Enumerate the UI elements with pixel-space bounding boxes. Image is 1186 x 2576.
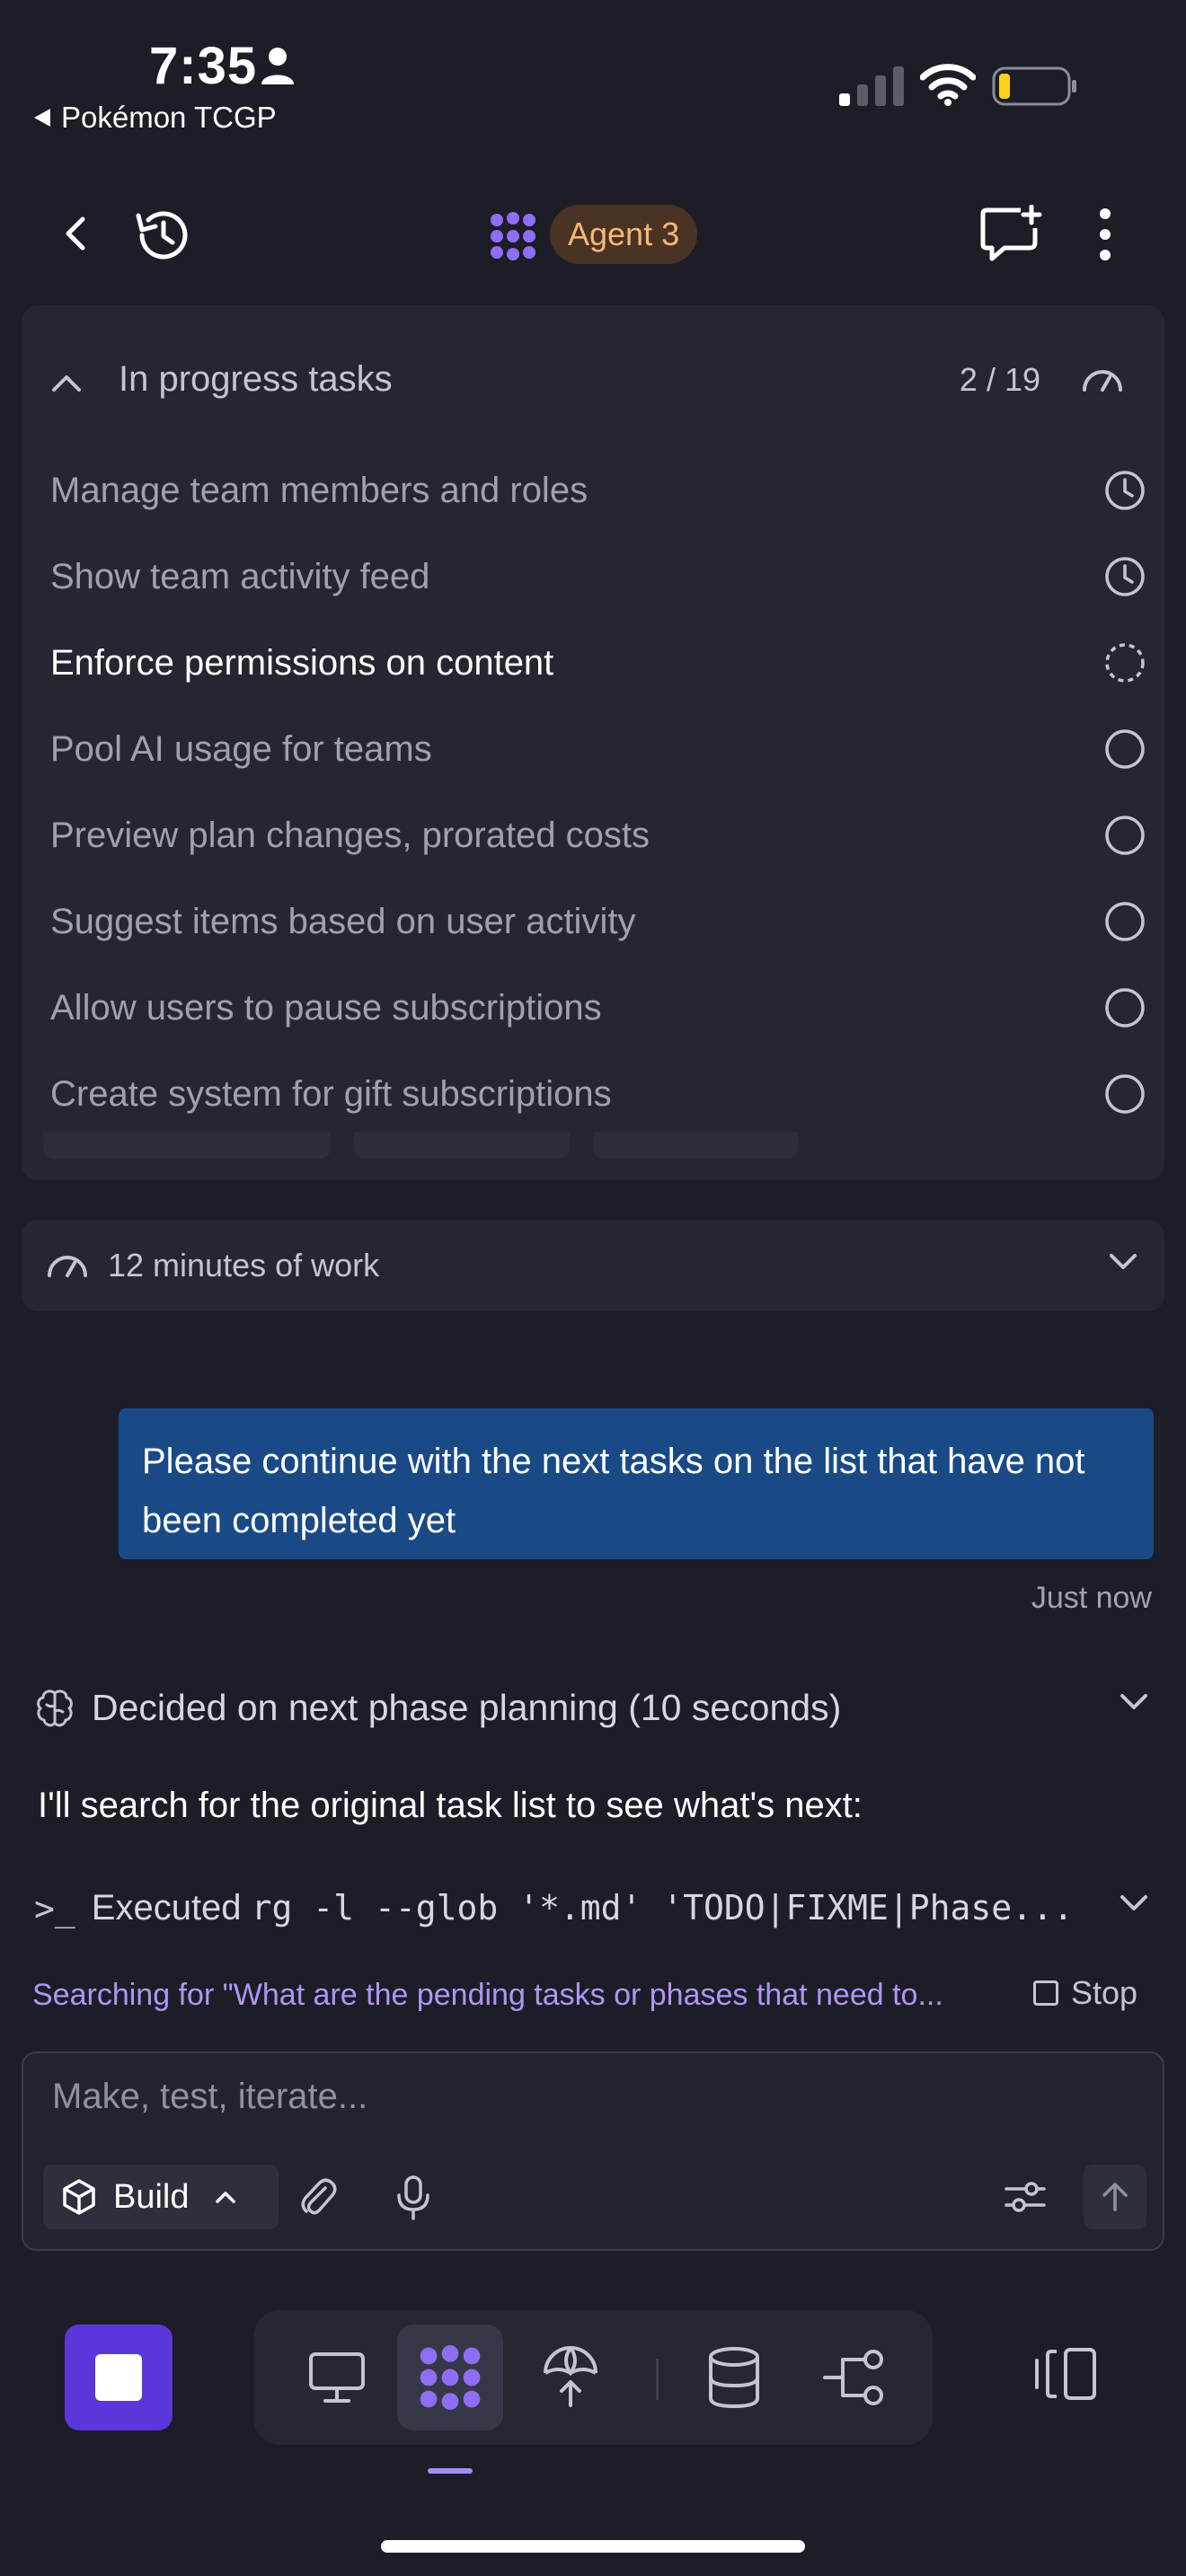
bottom-tool-dock xyxy=(253,2310,933,2445)
pending-circle-icon xyxy=(1105,1074,1145,1114)
thought-summary-row[interactable]: Decided on next phase planning (10 secon… xyxy=(34,1687,1148,1729)
pending-circle-icon xyxy=(1105,988,1145,1028)
stop-label: Stop xyxy=(1070,1974,1137,2011)
stop-agent-button[interactable] xyxy=(65,2325,173,2430)
agent-icon[interactable] xyxy=(397,2325,503,2430)
agent-logo-icon xyxy=(489,212,537,260)
task-row[interactable]: Manage team members and roles xyxy=(50,454,1146,526)
tasks-count: 2 / 19 xyxy=(959,361,1040,398)
dock-active-indicator xyxy=(428,2468,473,2474)
scheduled-clock-icon xyxy=(1105,557,1145,596)
agent-response-text: I'll search for the original task list t… xyxy=(38,1786,863,1825)
cellular-signal-icon xyxy=(839,66,904,106)
arrow-up-icon xyxy=(1102,2183,1128,2211)
home-indicator[interactable] xyxy=(381,2540,805,2553)
back-triangle-icon xyxy=(34,109,50,127)
back-app-label: Pokémon TCGP xyxy=(61,101,277,134)
terminal-prompt-icon: >_ xyxy=(34,1888,75,1928)
obscured-chip xyxy=(43,1132,331,1159)
git-branch-icon[interactable] xyxy=(801,2325,907,2430)
task-row[interactable]: Preview plan changes, prorated costs xyxy=(50,799,1146,871)
in-progress-dashed-circle-icon xyxy=(1105,643,1145,683)
wifi-icon xyxy=(920,63,976,106)
task-label: Show team activity feed xyxy=(50,556,430,596)
message-timestamp: Just now xyxy=(1031,1581,1152,1615)
pending-circle-icon xyxy=(1105,816,1145,855)
gauge-icon xyxy=(1080,361,1125,397)
brain-icon xyxy=(37,1689,73,1726)
microphone-icon[interactable] xyxy=(395,2175,431,2220)
task-row[interactable]: Allow users to pause subscriptions xyxy=(50,972,1146,1044)
chevron-up-icon xyxy=(215,2192,235,2203)
composer-input[interactable]: Make, test, iterate... xyxy=(52,2077,367,2117)
work-summary-bar[interactable]: 12 minutes of work xyxy=(22,1220,1164,1311)
chevron-down-icon xyxy=(1109,1252,1137,1272)
task-row[interactable]: Show team activity feed xyxy=(50,541,1146,613)
pending-circle-icon xyxy=(1105,902,1145,941)
new-chat-icon[interactable] xyxy=(979,205,1042,262)
attach-paperclip-icon[interactable] xyxy=(298,2175,338,2219)
battery-low-icon xyxy=(992,66,1078,106)
back-to-app-link[interactable]: Pokémon TCGP xyxy=(32,101,277,135)
task-label: Allow users to pause subscriptions xyxy=(50,987,602,1028)
message-composer[interactable]: Make, test, iterate... Build xyxy=(22,2051,1164,2251)
chevron-down-icon xyxy=(1120,1694,1147,1709)
database-icon[interactable] xyxy=(681,2325,787,2430)
task-label: Preview plan changes, prorated costs xyxy=(50,815,651,855)
obscured-chip xyxy=(593,1132,798,1159)
build-mode-label: Build xyxy=(113,2177,190,2216)
status-time: 7:35 xyxy=(149,37,258,95)
task-label: Manage team members and roles xyxy=(50,470,589,510)
chevron-down-icon xyxy=(1120,1895,1147,1910)
work-summary-label: 12 minutes of work xyxy=(108,1247,380,1284)
panels-switch-icon[interactable] xyxy=(1033,2346,1098,2402)
scheduled-clock-icon xyxy=(1105,471,1145,510)
task-label: Create system for gift subscriptions xyxy=(50,1073,612,1114)
search-status-text: Searching for "What are the pending task… xyxy=(32,1978,943,2012)
stop-square-icon xyxy=(1032,1981,1058,2006)
task-row-active[interactable]: Enforce permissions on content xyxy=(50,627,1146,699)
stop-square-icon xyxy=(95,2354,142,2401)
tasks-title[interactable]: In progress tasks xyxy=(119,359,393,400)
build-mode-button[interactable]: Build xyxy=(43,2165,279,2229)
send-button[interactable] xyxy=(1084,2165,1146,2229)
gauge-icon xyxy=(45,1247,90,1283)
history-icon[interactable] xyxy=(131,203,196,268)
collapse-chevron-up-icon[interactable] xyxy=(50,372,83,393)
thought-label: Decided on next phase planning (10 secon… xyxy=(92,1687,842,1728)
stop-button[interactable]: Stop xyxy=(1032,1974,1137,2012)
executed-command-row[interactable]: >_ Executed rg -l --glob '*.md' 'TODO|FI… xyxy=(34,1888,1148,1928)
settings-sliders-icon[interactable] xyxy=(1005,2179,1046,2215)
in-progress-tasks-panel: In progress tasks 2 / 19 Manage team mem… xyxy=(22,305,1164,1180)
back-button[interactable] xyxy=(52,208,102,259)
task-row[interactable]: Suggest items based on user activity xyxy=(50,886,1146,957)
task-label: Pool AI usage for teams xyxy=(50,728,432,769)
cube-icon xyxy=(63,2179,95,2215)
preview-monitor-icon[interactable] xyxy=(284,2325,390,2430)
task-label: Enforce permissions on content xyxy=(50,642,554,683)
obscured-chip xyxy=(354,1132,570,1159)
pending-circle-icon xyxy=(1105,729,1145,769)
task-row[interactable]: Create system for gift subscriptions xyxy=(50,1058,1146,1130)
deploy-icon[interactable] xyxy=(518,2325,624,2430)
user-message-bubble: Please continue with the next tasks on t… xyxy=(119,1408,1154,1559)
agent-version-badge[interactable]: Agent 3 xyxy=(550,205,698,264)
task-label: Suggest items based on user activity xyxy=(50,901,636,941)
more-options-icon[interactable] xyxy=(1091,207,1120,262)
exec-command: rg -l --glob '*.md' 'TODO|FIXME|Phase... xyxy=(251,1888,1074,1928)
task-row[interactable]: Pool AI usage for teams xyxy=(50,713,1146,785)
exec-label: Executed xyxy=(91,1888,242,1928)
dock-divider xyxy=(656,2359,659,2400)
person-icon xyxy=(261,47,295,84)
